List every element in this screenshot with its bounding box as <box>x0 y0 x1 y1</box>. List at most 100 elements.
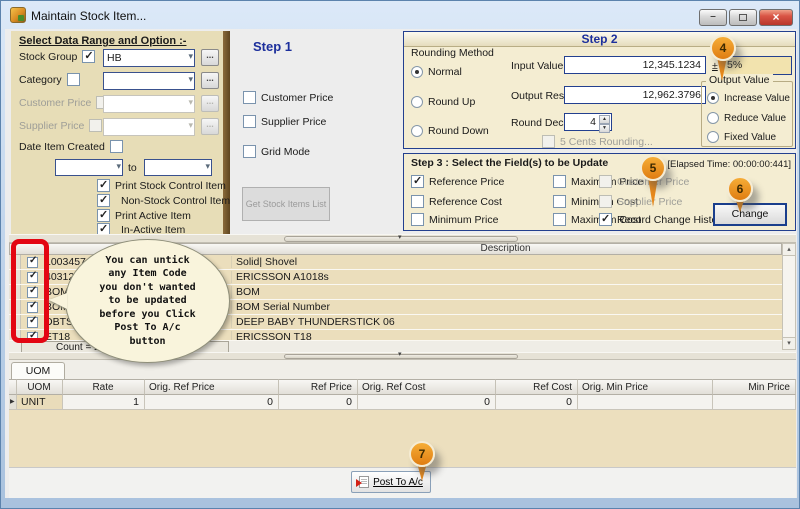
minimum-price-label: Minimum Price <box>429 214 498 226</box>
reduce-value-row: Reduce Value <box>707 112 786 124</box>
step3-supplier-price-checkbox <box>599 195 612 208</box>
step1-supplier-price-checkbox[interactable] <box>243 115 256 128</box>
uom-header-selector <box>9 379 17 395</box>
input-value-label: Input Value <box>511 60 563 72</box>
chevron-down-icon: ▾ <box>188 51 193 62</box>
supplier-price-row: Supplier Price <box>19 119 102 132</box>
uom-cell[interactable]: 1 <box>63 395 145 410</box>
step2-title: Step 2 <box>404 32 795 47</box>
normal-radio[interactable] <box>411 66 423 78</box>
bubble-line: you don't wanted <box>99 281 195 295</box>
date-from-select[interactable]: ▾ <box>55 159 123 176</box>
reduce-value-radio[interactable] <box>707 112 719 124</box>
reference-cost-checkbox[interactable] <box>411 195 424 208</box>
uom-cell[interactable] <box>713 395 796 410</box>
round-down-label: Round Down <box>428 125 489 137</box>
uom-cell[interactable]: 0 <box>496 395 578 410</box>
percent-field[interactable]: 5% <box>722 56 792 75</box>
chevron-down-icon: ▾ <box>205 161 210 172</box>
input-value-field[interactable]: 12,345.1234 <box>564 56 706 74</box>
round-decimal-stepper[interactable]: 4 ▲▼ <box>564 113 612 131</box>
stepper-arrows[interactable]: ▲▼ <box>599 115 610 129</box>
stock-group-checkbox[interactable] <box>82 50 95 63</box>
fixed-value-radio[interactable] <box>707 131 719 143</box>
increase-value-radio[interactable] <box>707 92 719 104</box>
red-highlight-rectangle <box>11 239 49 343</box>
round-down-radio[interactable] <box>411 125 423 137</box>
stepper-up-icon[interactable]: ▲ <box>599 115 610 124</box>
category-checkbox[interactable] <box>67 73 80 86</box>
reduce-value-label: Reduce Value <box>724 113 786 124</box>
record-change-history-checkbox[interactable] <box>599 213 612 226</box>
step1-supplier-price-label: Supplier Price <box>261 116 326 128</box>
step-badge-6: 6 <box>727 176 753 202</box>
uom-col-header[interactable]: Orig. Ref Cost <box>358 379 496 395</box>
reference-cost-label: Reference Cost <box>429 196 502 208</box>
uom-col-header[interactable]: Orig. Min Price <box>578 379 713 395</box>
step1-customer-price-checkbox[interactable] <box>243 91 256 104</box>
maximum-price-checkbox[interactable] <box>553 175 566 188</box>
print-stock-control-checkbox[interactable] <box>97 179 110 192</box>
stock-group-label: Stock Group <box>19 51 77 63</box>
minimize-button[interactable]: – <box>699 9 727 26</box>
output-result-field: 12,962.3796 <box>564 86 706 104</box>
tab-uom[interactable]: UOM <box>11 362 65 379</box>
uom-col-header[interactable]: UOM <box>17 379 63 395</box>
category-browse-button[interactable]: ... <box>201 72 219 89</box>
change-button[interactable]: Change <box>713 203 787 226</box>
app-icon <box>10 7 26 23</box>
scroll-down-icon[interactable]: ▾ <box>782 337 796 350</box>
uom-col-header[interactable]: Ref Price <box>279 379 358 395</box>
print-active-checkbox[interactable] <box>97 209 110 222</box>
balloon-5-tail <box>648 177 658 207</box>
round-up-radio[interactable] <box>411 96 423 108</box>
reference-price-checkbox[interactable] <box>411 175 424 188</box>
non-stock-control-checkbox[interactable] <box>97 194 110 207</box>
grid-mode-label: Grid Mode <box>261 146 310 158</box>
collapse-down-icon: ▾ <box>398 350 402 358</box>
uom-col-header[interactable]: Min Price <box>713 379 796 395</box>
uom-cell[interactable]: 0 <box>358 395 496 410</box>
get-stock-items-button: Get Stock Items List <box>242 187 330 221</box>
uom-cell[interactable]: 0 <box>279 395 358 410</box>
maximum-cost-checkbox[interactable] <box>553 213 566 226</box>
supplier-price-label: Supplier Price <box>19 120 84 132</box>
uom-cell[interactable]: UNIT <box>17 395 63 410</box>
date-to-select[interactable]: ▾ <box>144 159 212 176</box>
uom-col-header[interactable]: Rate <box>63 379 145 395</box>
bubble-line: to be updated <box>108 294 186 308</box>
step3-customer-price-checkbox <box>599 175 612 188</box>
print-stock-control-label: Print Stock Control Item <box>115 180 226 192</box>
supplier-price-checkbox[interactable] <box>89 119 102 132</box>
bubble-line: button <box>129 335 165 349</box>
stepper-down-icon[interactable]: ▼ <box>599 124 610 133</box>
minimum-price-checkbox[interactable] <box>411 213 424 226</box>
window-title: Maintain Stock Item... <box>31 9 146 23</box>
round-down-radio-row: Round Down <box>411 125 489 137</box>
uom-cell[interactable]: 0 <box>145 395 279 410</box>
customer-price-select: ▾ <box>103 95 195 113</box>
reference-price-label: Reference Price <box>429 176 504 188</box>
grid-vertical-scrollbar[interactable] <box>782 256 796 337</box>
uom-col-header[interactable]: Orig. Ref Price <box>145 379 279 395</box>
maximize-button[interactable] <box>729 9 757 26</box>
uom-cell[interactable] <box>578 395 713 410</box>
grid-mode-checkbox[interactable] <box>243 145 256 158</box>
normal-radio-row: Normal <box>411 66 462 78</box>
date-created-checkbox[interactable] <box>110 140 123 153</box>
description-column-header[interactable]: Description <box>229 243 782 255</box>
date-created-row: Date Item Created <box>19 140 123 153</box>
round-up-radio-row: Round Up <box>411 96 475 108</box>
close-button[interactable]: × <box>759 9 793 26</box>
uom-col-header[interactable]: Ref Cost <box>496 379 578 395</box>
stock-group-select[interactable]: HB▾ <box>103 49 195 67</box>
minimum-cost-checkbox[interactable] <box>553 195 566 208</box>
scroll-up-icon[interactable]: ▴ <box>782 243 796 256</box>
category-select[interactable]: ▾ <box>103 72 195 90</box>
stock-group-browse-button[interactable]: ... <box>201 49 219 66</box>
current-row-icon: ▶ <box>9 395 17 410</box>
five-cents-label: 5 Cents Rounding... <box>560 136 653 148</box>
tutorial-callout-bubble: You can untick any Item Code you don't w… <box>65 239 230 363</box>
bubble-tail <box>49 293 67 309</box>
record-change-history-row: Record Change History <box>599 213 726 226</box>
